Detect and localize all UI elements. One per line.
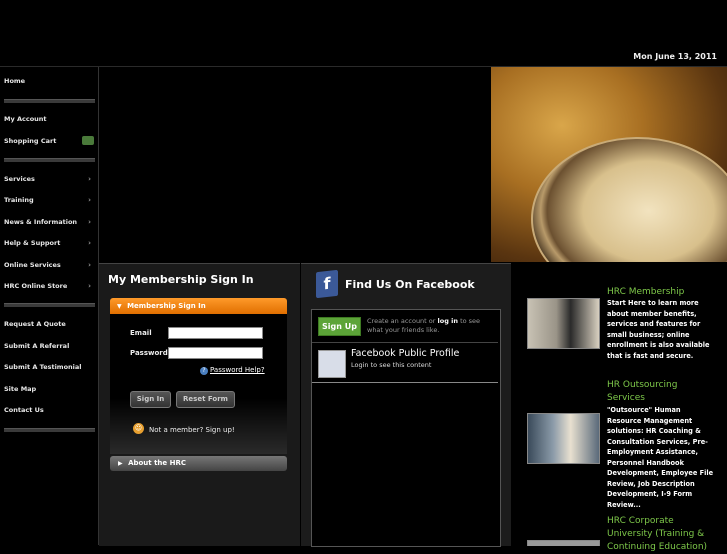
caret-right-icon: ▶ [118,460,123,467]
sidebar-item-submit-testimonial[interactable]: Submit A Testimonial [4,363,82,371]
chevron-right-icon: › [88,239,91,247]
sidebar-item-shopping-cart[interactable]: Shopping Cart [4,137,56,145]
sidebar-divider [4,428,95,432]
member-icon: ☺ [133,423,144,434]
reset-form-button[interactable]: Reset Form [176,391,235,408]
password-field[interactable] [168,347,263,359]
sidebar-item-online-services[interactable]: Online Services › [4,261,95,269]
hrc-membership-desc: Start Here to learn more about member be… [607,299,710,360]
membership-image[interactable] [527,298,600,349]
sidebar-divider [4,158,95,162]
outsourcing-image[interactable] [527,413,600,464]
divider [312,382,498,383]
sidebar-item-services[interactable]: Services › [4,175,95,183]
email-label: Email [130,329,152,337]
facebook-title: Find Us On Facebook [345,278,475,291]
about-hrc-toggle[interactable]: ▶ About the HRC [110,456,287,471]
sidebar-item-request-quote[interactable]: Request A Quote [4,320,66,328]
sidebar-item-my-account[interactable]: My Account [4,115,47,123]
help-icon: ? [200,367,208,375]
signup-link[interactable]: Not a member? Sign up! [149,426,235,434]
sidebar-item-submit-referral[interactable]: Submit A Referral [4,342,69,350]
university-image[interactable] [527,540,600,546]
facebook-profile-title[interactable]: Facebook Public Profile [351,348,459,359]
chevron-right-icon: › [88,261,91,269]
chevron-right-icon: › [88,175,91,183]
caret-down-icon: ▼ [117,303,122,310]
sidebar-item-training[interactable]: Training › [4,196,95,204]
password-label: Password [130,349,168,357]
current-date: Mon June 13, 2011 [633,52,717,61]
shopping-cart-icon[interactable] [82,136,94,145]
hrc-university-title[interactable]: HRC Corporate University (Training & Con… [607,515,717,554]
email-field[interactable] [168,327,263,339]
hrc-membership-title[interactable]: HRC Membership [607,287,684,297]
chevron-right-icon: › [88,282,91,290]
hero-banner [99,67,490,262]
facebook-widget [311,309,501,547]
compass-icon [531,137,727,262]
sidebar-item-help-support[interactable]: Help & Support › [4,239,95,247]
sidebar-item-news-information[interactable]: News & Information › [4,218,95,226]
facebook-icon: f [316,269,338,299]
facebook-login-link[interactable]: log in [438,317,458,325]
compass-image [491,67,727,262]
sidebar-item-contact-us[interactable]: Contact Us [4,406,44,414]
tab-membership-signin[interactable]: ▼ Membership Sign In [110,298,287,314]
divider [312,342,498,343]
sidebar-item-hrc-online-store[interactable]: HRC Online Store › [4,282,95,290]
sidebar-divider [4,303,95,307]
sidebar-divider [4,99,95,103]
sidebar-item-home[interactable]: Home [4,77,25,85]
facebook-signup-button[interactable]: Sign Up [318,317,361,336]
chevron-right-icon: › [88,218,91,226]
sidebar-item-site-map[interactable]: Site Map [4,385,36,393]
signin-title: My Membership Sign In [108,273,254,286]
avatar [318,350,346,378]
top-banner: Mon June 13, 2011 [0,0,727,67]
hr-outsourcing-title[interactable]: HR Outsourcing Services [607,379,697,405]
facebook-signup-text: Create an account or log in to see what … [367,317,481,334]
sign-in-button[interactable]: Sign In [130,391,171,408]
hr-outsourcing-desc: "Outsource" Human Resource Management so… [607,406,714,509]
chevron-right-icon: › [88,196,91,204]
facebook-profile-sub: Login to see this content [351,361,432,369]
password-help-link[interactable]: Password Help? [210,366,265,374]
